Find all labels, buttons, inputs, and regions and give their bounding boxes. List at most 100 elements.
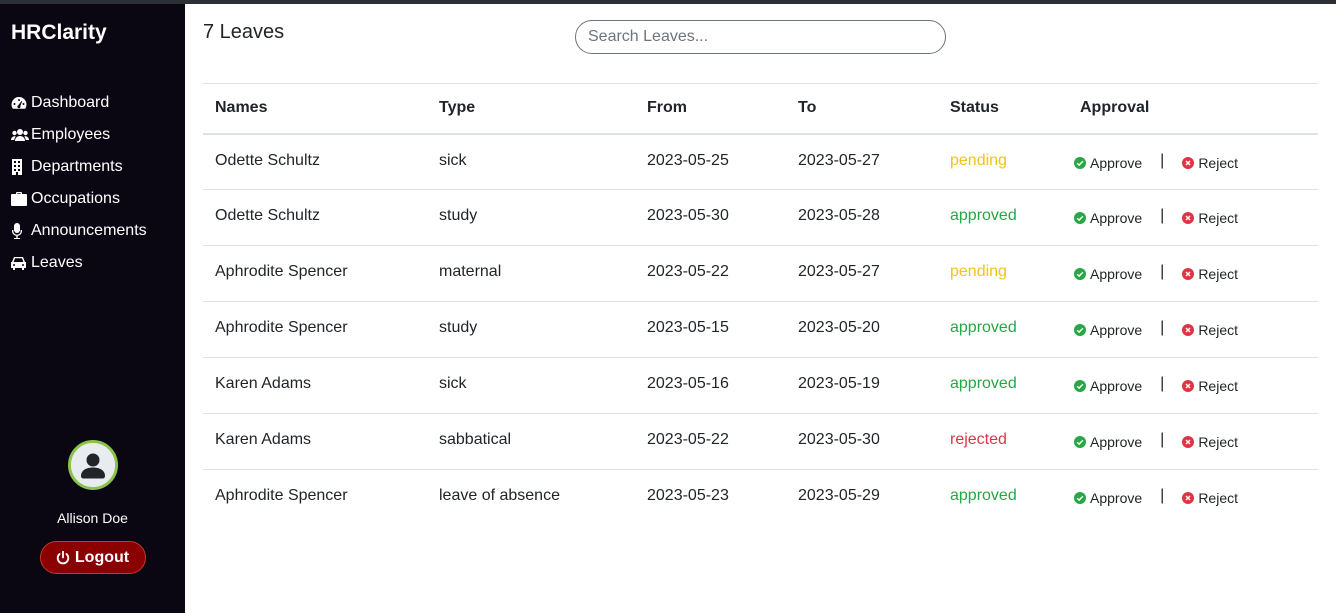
- sidebar-item-label: Leaves: [31, 254, 83, 271]
- divider: |: [1160, 487, 1165, 504]
- table-body: Odette Schultz sick 2023-05-25 2023-05-2…: [203, 134, 1318, 526]
- reject-label: Reject: [1198, 490, 1238, 506]
- cell-to: 2023-05-28: [798, 207, 880, 224]
- cell-approval: Approve | Reject: [1068, 470, 1318, 526]
- status-badge: pending: [950, 151, 1007, 169]
- cell-from: 2023-05-15: [647, 319, 729, 336]
- check-circle-icon: [1074, 380, 1086, 392]
- reject-label: Reject: [1198, 434, 1238, 450]
- divider: |: [1160, 375, 1165, 392]
- approve-button[interactable]: Approve: [1074, 210, 1142, 226]
- leaves-table: Names Type From To Status Approval Odett…: [203, 83, 1318, 526]
- x-circle-icon: [1182, 212, 1195, 224]
- approve-button[interactable]: Approve: [1074, 434, 1142, 450]
- cell-to: 2023-05-20: [798, 319, 880, 336]
- reject-button[interactable]: Reject: [1182, 266, 1238, 282]
- main-content: 7 Leaves Names Type From To Status Appro…: [185, 4, 1336, 613]
- reject-label: Reject: [1198, 322, 1238, 338]
- tachometer-icon: [11, 96, 31, 110]
- status-badge: approved: [950, 207, 1017, 224]
- reject-button[interactable]: Reject: [1182, 378, 1238, 394]
- divider: |: [1160, 263, 1165, 280]
- reject-button[interactable]: Reject: [1182, 490, 1238, 506]
- approve-button[interactable]: Approve: [1074, 266, 1142, 282]
- approve-button[interactable]: Approve: [1074, 155, 1142, 171]
- approve-label: Approve: [1090, 434, 1143, 450]
- divider: |: [1160, 151, 1165, 169]
- x-circle-icon: [1182, 324, 1195, 336]
- approve-label: Approve: [1090, 378, 1143, 394]
- status-badge: pending: [950, 263, 1007, 280]
- table-row: Odette Schultz sick 2023-05-25 2023-05-2…: [203, 134, 1318, 190]
- logout-label: Logout: [74, 548, 130, 566]
- sidebar-item-label: Occupations: [31, 190, 120, 207]
- sidebar-nav: Dashboard Employees Departments Occupati…: [11, 87, 147, 279]
- user-avatar-icon: [70, 443, 115, 487]
- cell-type: maternal: [439, 263, 502, 280]
- sidebar-item-announcements[interactable]: Announcements: [11, 215, 147, 247]
- approve-button[interactable]: Approve: [1074, 490, 1142, 506]
- sidebar-item-leaves[interactable]: Leaves: [11, 247, 147, 279]
- sidebar: HRClarity Dashboard Employees Department…: [0, 4, 185, 613]
- cell-from: 2023-05-23: [647, 487, 729, 504]
- column-header-from[interactable]: From: [635, 84, 786, 134]
- x-circle-icon: [1182, 436, 1195, 448]
- cell-approval: Approve | Reject: [1068, 358, 1318, 414]
- logout-button[interactable]: Logout: [39, 541, 146, 574]
- reject-button[interactable]: Reject: [1182, 210, 1238, 226]
- table-row: Odette Schultz study 2023-05-30 2023-05-…: [203, 190, 1318, 246]
- sidebar-item-employees[interactable]: Employees: [11, 119, 147, 151]
- reject-button[interactable]: Reject: [1182, 434, 1238, 450]
- x-circle-icon: [1182, 268, 1195, 280]
- user-name: Allison Doe: [57, 510, 128, 526]
- column-header-status[interactable]: Status: [938, 84, 1068, 134]
- x-circle-icon: [1182, 156, 1195, 169]
- cell-type: study: [439, 207, 478, 224]
- cell-name: Odette Schultz: [215, 207, 320, 224]
- search-input[interactable]: [575, 20, 946, 54]
- column-header-approval[interactable]: Approval: [1068, 84, 1318, 134]
- briefcase-icon: [11, 192, 31, 206]
- sidebar-item-label: Employees: [31, 126, 111, 143]
- cell-from: 2023-05-30: [647, 207, 729, 224]
- cell-type: sick: [439, 151, 467, 169]
- table-row: Karen Adams sabbatical 2023-05-22 2023-0…: [203, 414, 1318, 470]
- status-badge: approved: [950, 487, 1017, 504]
- check-circle-icon: [1074, 324, 1086, 336]
- cell-to: 2023-05-30: [798, 431, 880, 448]
- cell-approval: Approve | Reject: [1068, 134, 1318, 190]
- status-badge: rejected: [950, 431, 1007, 448]
- users-icon: [11, 128, 31, 142]
- table-row: Karen Adams sick 2023-05-16 2023-05-19 a…: [203, 358, 1318, 414]
- reject-button[interactable]: Reject: [1182, 322, 1238, 338]
- column-header-names[interactable]: Names: [203, 84, 427, 134]
- avatar[interactable]: [67, 440, 118, 490]
- approve-button[interactable]: Approve: [1074, 322, 1142, 338]
- approve-label: Approve: [1090, 154, 1143, 171]
- column-header-to[interactable]: To: [786, 84, 938, 134]
- page-title: 7 Leaves: [203, 21, 285, 43]
- check-circle-icon: [1074, 268, 1086, 280]
- cell-type: study: [439, 319, 478, 336]
- reject-button[interactable]: Reject: [1182, 155, 1238, 171]
- status-badge: approved: [950, 319, 1017, 336]
- car-icon: [11, 256, 31, 270]
- sidebar-item-occupations[interactable]: Occupations: [11, 183, 147, 215]
- sidebar-item-label: Announcements: [31, 222, 147, 239]
- check-circle-icon: [1074, 436, 1086, 448]
- reject-label: Reject: [1198, 210, 1238, 226]
- cell-to: 2023-05-27: [798, 263, 880, 280]
- sidebar-item-departments[interactable]: Departments: [11, 151, 147, 183]
- approve-label: Approve: [1090, 210, 1143, 226]
- user-profile: Allison Doe Logout: [0, 440, 185, 574]
- sidebar-item-label: Departments: [31, 158, 123, 175]
- building-icon: [11, 159, 31, 175]
- sidebar-item-dashboard[interactable]: Dashboard: [11, 87, 147, 119]
- cell-from: 2023-05-22: [647, 431, 729, 448]
- column-header-type[interactable]: Type: [427, 84, 635, 134]
- x-circle-icon: [1182, 380, 1195, 392]
- cell-name: Odette Schultz: [215, 151, 320, 169]
- approve-button[interactable]: Approve: [1074, 378, 1142, 394]
- power-icon: [56, 550, 70, 564]
- cell-name: Aphrodite Spencer: [215, 263, 348, 280]
